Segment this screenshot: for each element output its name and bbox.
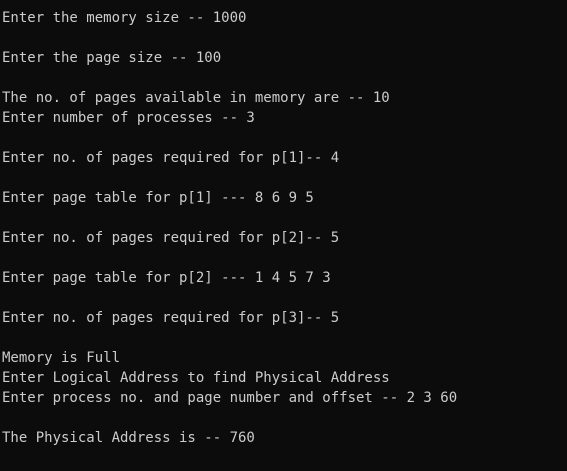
console-line: Memory is Full bbox=[2, 350, 121, 366]
console-line: Enter the page size -- 100 bbox=[2, 50, 222, 66]
console-line: Enter no. of pages required for p[2]-- 5 bbox=[2, 230, 340, 246]
console-line: Enter number of processes -- 3 bbox=[2, 110, 255, 126]
console-line: Enter no. of pages required for p[1]-- 4 bbox=[2, 150, 340, 166]
console-line: The Physical Address is -- 760 bbox=[2, 430, 255, 446]
console-line: Enter page table for p[1] --- 8 6 9 5 bbox=[2, 190, 314, 206]
console-line: Enter Logical Address to find Physical A… bbox=[2, 370, 390, 386]
console-line: The no. of pages available in memory are… bbox=[2, 90, 390, 106]
console-line: Enter process no. and page number and of… bbox=[2, 390, 458, 406]
console-line: Enter the memory size -- 1000 bbox=[2, 10, 247, 26]
console-window[interactable]: Enter the memory size -- 1000 Enter the … bbox=[0, 0, 567, 471]
console-line: Enter page table for p[2] --- 1 4 5 7 3 bbox=[2, 270, 331, 286]
console-line: Enter no. of pages required for p[3]-- 5 bbox=[2, 310, 340, 326]
